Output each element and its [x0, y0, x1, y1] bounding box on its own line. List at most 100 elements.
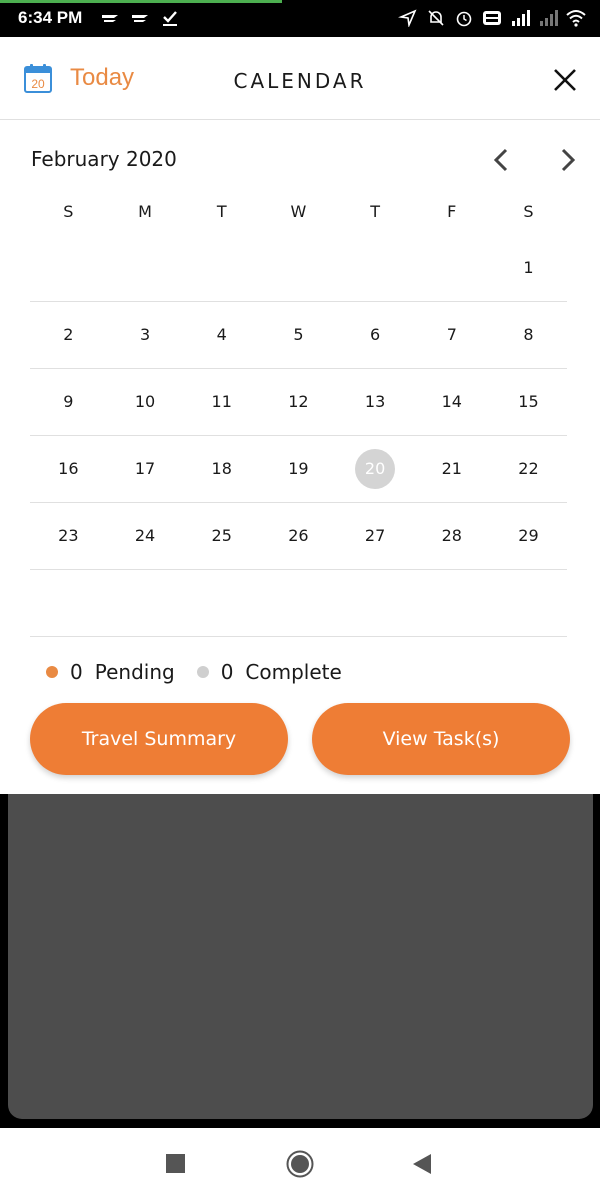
day-number	[355, 583, 395, 623]
complete-count: 0	[220, 660, 234, 684]
status-bar: 6:34 PM	[0, 0, 600, 37]
empty-day-cell	[30, 583, 107, 623]
day-number: 20	[355, 449, 396, 489]
day-cell[interactable]: 10	[107, 382, 184, 422]
loading-progress	[0, 0, 282, 3]
day-cell[interactable]: 16	[30, 449, 107, 489]
day-number	[278, 248, 318, 288]
day-cell[interactable]: 5	[260, 315, 337, 355]
week-row: 1	[30, 235, 567, 302]
day-cell[interactable]: 6	[337, 315, 414, 355]
day-cell[interactable]: 15	[490, 382, 567, 422]
day-cell[interactable]: 25	[183, 516, 260, 556]
day-number: 29	[518, 526, 539, 545]
day-cell[interactable]: 20	[337, 449, 414, 489]
complete-label: Complete	[245, 660, 342, 684]
day-number: 11	[211, 392, 232, 411]
day-cell[interactable]: 14	[413, 382, 490, 422]
day-cell[interactable]: 23	[30, 516, 107, 556]
day-cell[interactable]: 29	[490, 516, 567, 556]
day-cell[interactable]: 21	[413, 449, 490, 489]
dimmed-background[interactable]	[8, 794, 593, 1119]
day-number: 14	[441, 392, 462, 411]
recent-apps-icon[interactable]	[166, 1154, 185, 1173]
empty-day-cell	[337, 583, 414, 623]
signal-weak-icon	[540, 10, 558, 26]
day-cell[interactable]: 24	[107, 516, 184, 556]
view-tasks-button[interactable]: View Task(s)	[312, 703, 570, 775]
empty-day-cell	[183, 583, 260, 623]
day-cell[interactable]: 1	[490, 248, 567, 288]
day-cell[interactable]: 22	[490, 449, 567, 489]
empty-day-cell	[107, 583, 184, 623]
pending-legend: 0 Pending	[46, 660, 175, 684]
weekday-label: W	[290, 202, 307, 221]
task-legend: 0 Pending 0 Complete	[46, 660, 364, 684]
day-number: 12	[288, 392, 309, 411]
empty-day-cell	[413, 583, 490, 623]
day-cell[interactable]: 26	[260, 516, 337, 556]
system-icons	[398, 9, 586, 27]
day-number: 15	[518, 392, 539, 411]
wifi-icon	[566, 10, 586, 27]
day-number: 1	[523, 258, 534, 277]
day-cell[interactable]: 9	[30, 382, 107, 422]
day-cell[interactable]: 13	[337, 382, 414, 422]
sheet-header: 20 Today CALENDAR	[0, 37, 600, 120]
day-cell[interactable]: 8	[490, 315, 567, 355]
empty-day-cell	[413, 248, 490, 288]
day-number	[432, 248, 472, 288]
empty-day-cell	[260, 248, 337, 288]
pending-dot	[46, 666, 58, 678]
calendar-sheet: 20 Today CALENDAR February 2020 SMTWTFS …	[0, 37, 600, 794]
week-row	[30, 570, 567, 637]
location-icon	[398, 9, 417, 27]
day-cell[interactable]: 12	[260, 382, 337, 422]
day-cell[interactable]: 7	[413, 315, 490, 355]
day-cell[interactable]: 11	[183, 382, 260, 422]
pending-count: 0	[70, 660, 83, 684]
day-number: 22	[518, 459, 539, 478]
close-icon[interactable]	[552, 67, 578, 93]
empty-day-cell	[183, 248, 260, 288]
day-number	[508, 583, 548, 623]
day-number: 2	[63, 325, 74, 344]
day-number: 16	[58, 459, 79, 478]
day-cell[interactable]: 2	[30, 315, 107, 355]
travel-summary-button[interactable]: Travel Summary	[30, 703, 288, 775]
day-number: 8	[523, 325, 534, 344]
weekday-label: S	[523, 202, 534, 221]
day-cell[interactable]: 19	[260, 449, 337, 489]
pending-label: Pending	[94, 660, 175, 684]
day-number	[48, 583, 88, 623]
alarm-icon	[456, 11, 472, 27]
day-number: 24	[134, 526, 156, 545]
chevron-left-icon[interactable]	[488, 146, 516, 174]
calendar-grid: 1 2 3 4 5 6 7 8 9 10 11 12 13 14 15 16 17 18 19 20 21 22 23 24 2…	[30, 235, 567, 637]
week-row: 23 24 25 26 27 28 29	[30, 503, 567, 570]
empty-day-cell	[260, 583, 337, 623]
action-buttons: Travel Summary View Task(s)	[30, 703, 570, 775]
empty-day-cell	[490, 583, 567, 623]
volte-icon	[483, 11, 501, 25]
day-number	[355, 248, 395, 288]
navigation-bar	[0, 1128, 600, 1200]
day-number: 6	[370, 325, 381, 344]
day-number: 25	[211, 526, 232, 545]
day-number: 26	[288, 526, 309, 545]
day-cell[interactable]: 28	[413, 516, 490, 556]
chevron-right-icon[interactable]	[553, 146, 581, 174]
day-number	[278, 583, 318, 623]
home-icon[interactable]	[286, 1150, 314, 1178]
day-cell[interactable]: 3	[107, 315, 184, 355]
weekday-label: F	[447, 202, 457, 221]
day-number	[125, 583, 165, 623]
day-number	[125, 248, 165, 288]
weekday-label: T	[216, 202, 227, 221]
day-cell[interactable]: 18	[183, 449, 260, 489]
day-cell[interactable]: 27	[337, 516, 414, 556]
day-number: 28	[441, 526, 462, 545]
day-cell[interactable]: 4	[183, 315, 260, 355]
day-cell[interactable]: 17	[107, 449, 184, 489]
back-icon[interactable]	[412, 1153, 432, 1175]
